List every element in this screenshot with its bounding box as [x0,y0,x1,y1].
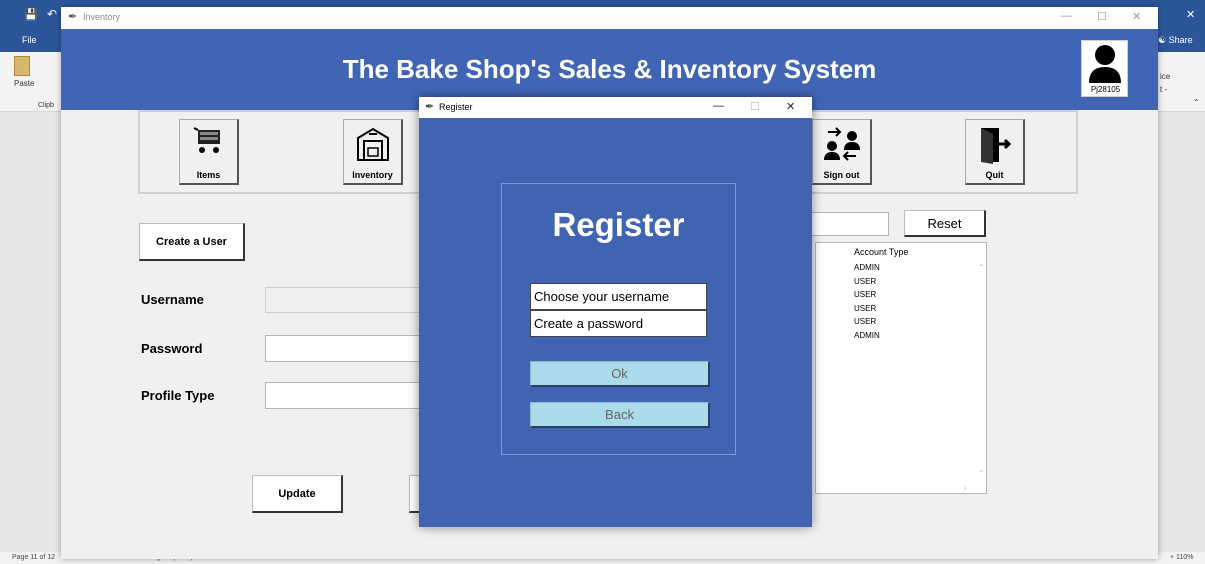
profile-type-field[interactable] [265,382,421,409]
maximize-icon[interactable]: ☐ [750,100,760,113]
back-button[interactable]: Back [530,402,710,428]
page-title: The Bake Shop's Sales & Inventory System [342,54,877,84]
account-type-column-header[interactable]: Account Type [854,247,908,257]
register-form-frame: Register Choose your username Create a p… [501,183,736,455]
minimize-icon[interactable]: — [713,100,724,112]
user-profile-button[interactable]: Pj28105 [1081,40,1128,97]
ok-button[interactable]: Ok [530,361,710,387]
share-label: Share [1168,35,1193,45]
warehouse-icon [344,126,401,167]
update-label: Update [278,487,316,500]
inventory-titlebar: ✒ Inventory — ☐ ✕ [61,7,1158,29]
shopping-cart-icon [180,126,237,161]
list-item[interactable]: USER [854,290,876,299]
status-zoom[interactable]: + 110% [1170,552,1193,564]
vertical-scrollbar[interactable]: ⌃ ⌄ [976,243,987,493]
quit-button[interactable]: Quit [965,119,1025,185]
quit-label: Quit [985,170,1004,180]
list-item[interactable]: USER [854,277,876,286]
accounts-list[interactable]: Account Type ADMIN USER USER USER USER A… [815,242,987,494]
list-item[interactable]: ADMIN [854,263,880,272]
inventory-button[interactable]: Inventory [343,119,403,185]
minimize-icon[interactable]: — [1061,10,1072,22]
status-page[interactable]: Page 11 of 12 [12,552,55,564]
scroll-right-icon[interactable]: › [964,483,967,492]
register-titlebar: ✒ Register — ☐ ✕ [419,97,812,118]
profile-type-label: Profile Type [141,388,215,403]
window-close-icon[interactable]: ✕ [1186,8,1195,21]
username-label: Username [141,292,204,307]
ribbon-right-text-1: ice [1160,72,1171,81]
maximize-icon[interactable]: ☐ [1097,10,1107,23]
update-button[interactable]: Update [252,475,343,513]
share-button[interactable]: ☯ Share [1158,35,1193,46]
create-user-label: Create a User [156,235,227,248]
create-user-button[interactable]: Create a User [139,223,245,261]
list-item[interactable]: USER [854,304,876,313]
file-tab[interactable]: File [22,35,37,45]
register-heading: Register [552,206,685,243]
list-item[interactable]: ADMIN [854,331,880,340]
paste-icon[interactable] [14,56,30,76]
switch-users-icon [813,126,870,167]
scroll-down-icon[interactable]: ⌄ [978,465,985,474]
user-id-label: Pj28105 [1090,85,1121,94]
user-avatar-icon [1089,45,1121,83]
password-label: Password [141,341,203,356]
list-item[interactable]: USER [854,317,876,326]
items-button[interactable]: Items [179,119,239,185]
sign-out-label: Sign out [823,170,860,180]
collapse-ribbon-icon[interactable]: ⌃ [1193,98,1200,107]
clipboard-group-label: Clipb [38,102,54,109]
feather-icon: ✒ [425,101,435,113]
scroll-up-icon[interactable]: ⌃ [978,263,985,272]
reset-button[interactable]: Reset [904,210,986,237]
paste-label[interactable]: Paste [14,79,34,88]
inventory-window-title: Inventory [83,12,121,22]
close-icon[interactable]: ✕ [1132,10,1141,23]
undo-icon[interactable]: ↶ [47,7,57,21]
sign-out-button[interactable]: Sign out [812,119,872,185]
ribbon-right-text-2: t - [1160,85,1168,94]
username-input[interactable]: Choose your username [530,283,707,310]
exit-door-icon [966,126,1023,169]
save-icon[interactable]: 💾 [24,8,38,21]
close-icon[interactable]: ✕ [786,100,795,113]
inventory-label: Inventory [352,170,393,180]
register-dialog: ✒ Register — ☐ ✕ Register Choose your us… [419,97,812,527]
register-window-title: Register [439,102,473,112]
items-label: Items [196,170,221,180]
password-input[interactable]: Create a password [530,310,707,337]
person-icon: ☯ [1158,35,1167,45]
username-field[interactable] [265,287,421,313]
feather-icon: ✒ [68,11,78,23]
password-field[interactable] [265,335,421,362]
search-input[interactable] [811,212,889,236]
reset-label: Reset [927,215,962,231]
